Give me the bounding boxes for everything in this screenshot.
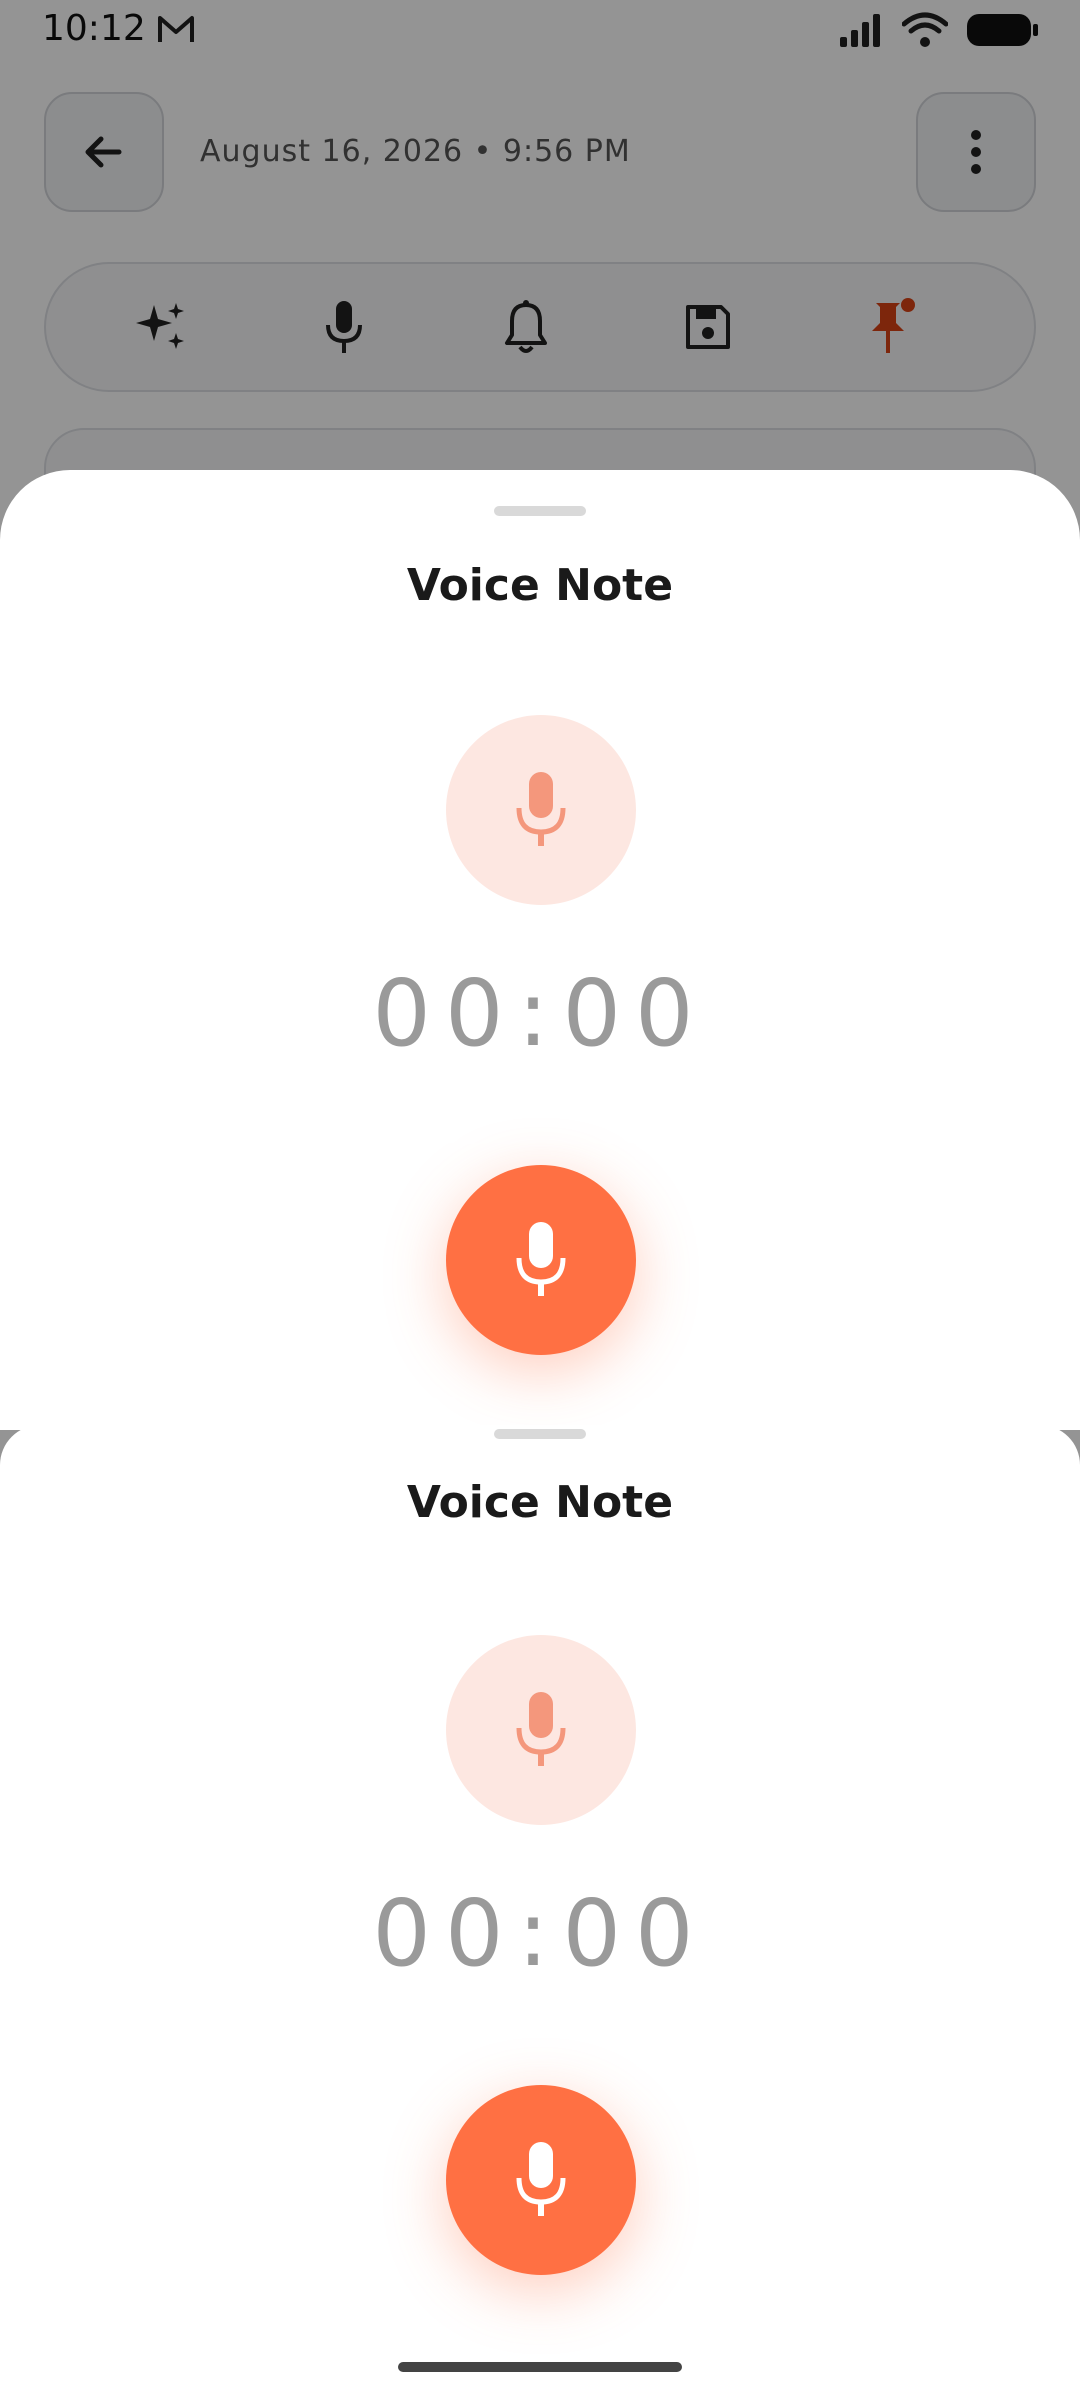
record-button[interactable] (446, 1165, 636, 1355)
recording-status-indicator (446, 715, 636, 905)
voice-note-sheet: Voice Note 00:00 (0, 470, 1080, 1430)
sheet-title: Voice Note (406, 1477, 674, 1528)
voice-note-sheet-duplicate: Voice Note 00:00 (0, 1425, 1080, 2400)
sheet-title: Voice Note (406, 560, 674, 611)
microphone-icon (516, 2142, 566, 2216)
microphone-icon (516, 1692, 566, 1766)
microphone-icon (516, 1222, 566, 1296)
sheet-drag-handle[interactable] (494, 1429, 586, 1439)
sheet-drag-handle[interactable] (494, 506, 586, 516)
system-navigation-handle[interactable] (398, 2362, 682, 2372)
recording-timer: 00:00 (372, 1880, 708, 1987)
recording-status-indicator (446, 1635, 636, 1825)
microphone-icon (516, 772, 566, 846)
recording-timer: 00:00 (372, 960, 708, 1067)
record-button[interactable] (446, 2085, 636, 2275)
